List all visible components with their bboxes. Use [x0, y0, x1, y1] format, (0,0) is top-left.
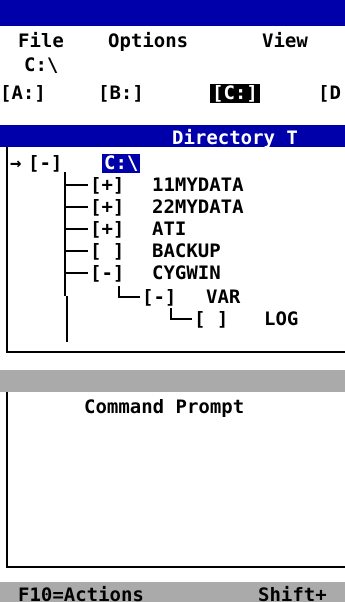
tree-item-cygwin[interactable]: CYGWIN: [152, 264, 221, 283]
tree-item-marker[interactable]: [ ]: [194, 310, 228, 329]
tree-item-ati[interactable]: ATI: [152, 220, 186, 239]
tree-connector-lower: [66, 296, 68, 342]
directory-tree-title-bar: Directory T: [0, 125, 345, 149]
menu-view[interactable]: View: [262, 32, 308, 51]
tree-item-var[interactable]: VAR: [206, 288, 240, 307]
directory-tree-title: Directory T: [172, 127, 298, 149]
menu-options[interactable]: Options: [108, 32, 188, 51]
drive-bar: [A:] [B:] [C:] [D: [0, 80, 345, 110]
tree-connector-log-branch: [170, 318, 192, 320]
tree-item-11mydata[interactable]: 11MYDATA: [152, 176, 244, 195]
tree-item-log[interactable]: LOG: [264, 310, 298, 329]
tree-connector-branch: [64, 250, 88, 252]
tree-item-marker[interactable]: [+]: [90, 198, 124, 217]
tree-connector-var-branch: [118, 296, 140, 298]
tree-item-marker[interactable]: [-]: [90, 264, 124, 283]
tree-item-root-c[interactable]: C:\: [102, 154, 141, 173]
drive-d[interactable]: [D: [318, 84, 341, 103]
tree-connector-branch: [64, 228, 88, 230]
menu-file[interactable]: File: [18, 32, 64, 51]
tree-item-22mydata[interactable]: 22MYDATA: [152, 198, 244, 217]
tree-root-arrow: →: [10, 152, 22, 174]
tree-connector-branch: [64, 206, 88, 208]
command-prompt-title: Command Prompt: [84, 396, 245, 418]
drive-a[interactable]: [A:]: [0, 84, 46, 103]
status-shift[interactable]: Shift+: [258, 584, 327, 602]
panel-separator: [0, 370, 345, 392]
title-bar: [0, 0, 345, 26]
tree-item-marker[interactable]: [ ]: [90, 242, 124, 261]
tree-item-marker[interactable]: [-]: [142, 288, 176, 307]
status-f10-actions[interactable]: F10=Actions: [18, 584, 144, 602]
command-prompt-panel[interactable]: [6, 392, 345, 568]
drive-c[interactable]: [C:]: [210, 84, 260, 103]
tree-item-marker[interactable]: [+]: [90, 176, 124, 195]
tree-item-marker[interactable]: [+]: [90, 220, 124, 239]
drive-b[interactable]: [B:]: [98, 84, 144, 103]
tree-connector-branch: [64, 272, 88, 274]
tree-connector-branch: [64, 184, 88, 186]
tree-item-backup[interactable]: BACKUP: [152, 242, 221, 261]
tree-root-marker[interactable]: [-]: [28, 154, 62, 173]
current-path: C:\: [24, 54, 59, 76]
status-bar: F10=Actions Shift+: [0, 582, 345, 602]
tree-connector-main: [64, 172, 66, 296]
